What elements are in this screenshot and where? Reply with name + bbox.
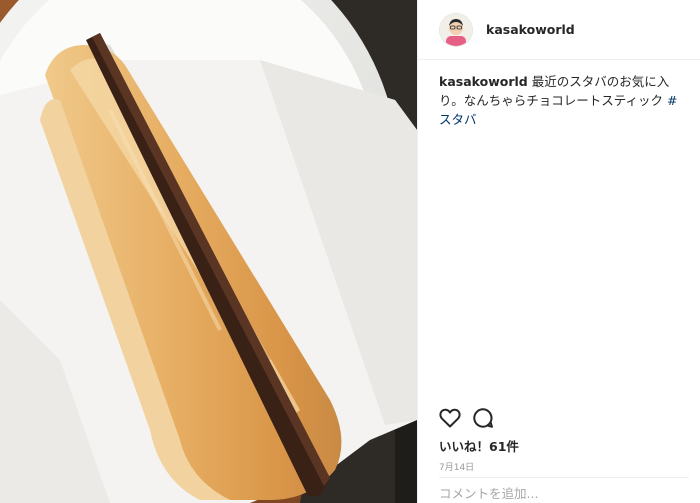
avatar[interactable] bbox=[439, 13, 473, 47]
instagram-post: kasakoworld kasakoworld 最近のスタバのお気に入り。なんち… bbox=[0, 0, 700, 503]
comment-input[interactable] bbox=[439, 486, 689, 501]
avatar-image bbox=[440, 14, 472, 46]
likes-count[interactable]: いいね！61件 bbox=[439, 436, 519, 455]
heart-icon[interactable] bbox=[438, 406, 464, 432]
post-caption: kasakoworld 最近のスタバのお気に入り。なんちゃらチョコレートスティッ… bbox=[439, 72, 687, 129]
photo-chocolate-stick-pastry bbox=[0, 0, 417, 503]
post-photo[interactable] bbox=[0, 0, 417, 503]
post-date: 7月14日 bbox=[439, 463, 475, 473]
caption-username[interactable]: kasakoworld bbox=[439, 74, 528, 89]
header-username[interactable]: kasakoworld bbox=[486, 22, 575, 37]
divider bbox=[439, 477, 689, 478]
post-sidebar: kasakoworld kasakoworld 最近のスタバのお気に入り。なんち… bbox=[417, 0, 700, 503]
comment-icon[interactable] bbox=[471, 406, 497, 432]
post-header: kasakoworld bbox=[418, 0, 700, 60]
